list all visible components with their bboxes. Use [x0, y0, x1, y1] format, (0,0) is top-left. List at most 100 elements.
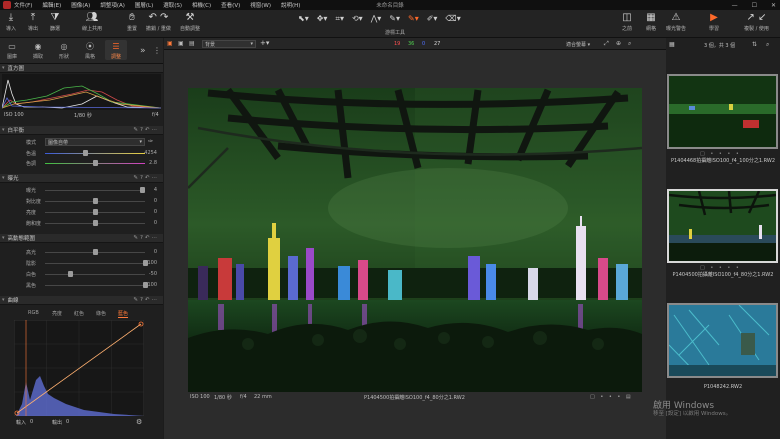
tab-shape[interactable]: ◎ 形狀 [53, 42, 75, 60]
wb-tint-value[interactable]: 2.8 [149, 160, 157, 166]
highlight-value[interactable]: 0 [154, 249, 157, 255]
section-tools-icon[interactable]: ✎?↶⋯ [133, 235, 159, 241]
hdr-header[interactable]: ▾ 高動態範圍 ✎?↶⋯ [0, 234, 163, 243]
tab-library[interactable]: ▭ 圖庫 [1, 42, 23, 60]
single-view-icon[interactable]: ▣ [167, 40, 173, 47]
pointer-icon[interactable]: ⬉▾ [298, 14, 309, 24]
share-button[interactable]: 👥︎ 線上共用 [82, 12, 102, 32]
exposure-knob[interactable] [139, 187, 145, 193]
white-balance-header[interactable]: ▾ 白平衡 ✎?↶⋯ [0, 126, 163, 135]
fit-select[interactable]: 適合螢幕 ▾ [566, 41, 590, 48]
crop-icon[interactable]: ⌗▾ [335, 14, 344, 24]
import-button[interactable]: ⤓ 導入 [6, 12, 16, 32]
wb-temp-value[interactable]: 4254 [144, 150, 157, 156]
exposure-track[interactable] [45, 190, 145, 191]
sort-icon[interactable]: ⇅ [752, 41, 757, 48]
curve-input-value[interactable]: 0 [30, 419, 33, 425]
wb-tint-knob[interactable] [92, 160, 98, 166]
undo-redo-button[interactable]: ↶ ↷ 撤銷 / 重做 [146, 12, 171, 32]
section-tools-icon[interactable]: ✎?↶⋯ [133, 297, 159, 303]
eyedropper-icon[interactable]: ✑ [148, 138, 153, 145]
back-button[interactable]: ◫ 之前 [622, 12, 632, 32]
brightness-knob[interactable] [92, 209, 98, 215]
curve-channel-green[interactable]: 綠色 [96, 310, 106, 317]
main-photo[interactable] [188, 88, 642, 392]
white-value[interactable]: -50 [149, 271, 157, 277]
section-tools-icon[interactable]: ✎?↶⋯ [133, 175, 159, 181]
histogram-header[interactable]: ▾ 直方圖 [0, 64, 163, 73]
shadow-track[interactable] [45, 263, 145, 264]
filter-button[interactable]: ⧩ 篩選 [50, 12, 60, 32]
highlight-knob[interactable] [92, 249, 98, 255]
brightness-value[interactable]: 0 [154, 209, 157, 215]
black-track[interactable] [45, 285, 145, 286]
curve-channel-rgb[interactable]: RGB [28, 310, 39, 316]
curve-graph[interactable] [14, 320, 144, 416]
saturation-value[interactable]: 0 [154, 220, 157, 226]
menu-layer[interactable]: 圖層(L) [135, 1, 153, 9]
black-value[interactable]: 100 [147, 282, 157, 288]
menu-view[interactable]: 查看(V) [221, 1, 240, 9]
browser-search-icon[interactable]: ⌕ [766, 41, 769, 49]
fit-screen-icon[interactable]: ⤢ [604, 40, 609, 48]
add-icon[interactable]: +▾ [260, 39, 269, 47]
menu-adjustments[interactable]: 調整項(A) [100, 1, 125, 9]
learn-button[interactable]: ▶ 學習 [709, 12, 719, 32]
menu-file[interactable]: 文件(F) [14, 1, 32, 9]
exposure-warning-button[interactable]: ⚠ 曝光警告 [666, 12, 686, 32]
saturation-knob[interactable] [92, 220, 98, 226]
menu-edit[interactable]: 編輯(E) [42, 1, 61, 9]
brush-icon[interactable]: ✎▾ [389, 14, 400, 24]
exposure-value[interactable]: 4 [154, 187, 157, 193]
grid-button[interactable]: ▦ 網格 [646, 12, 656, 32]
maximize-icon[interactable]: ☐ [752, 2, 757, 9]
menu-camera[interactable]: 相機(C) [192, 1, 211, 9]
menu-dots-icon[interactable]: ⋮ [153, 46, 161, 55]
copy-apply-button[interactable]: ↗ ↙ 複製 / 使用 [744, 12, 769, 32]
auto-adjust-button[interactable]: ⚒ 自動調整 [180, 12, 200, 32]
rotate-icon[interactable]: ⟲▾ [352, 14, 363, 24]
white-track[interactable] [45, 274, 145, 275]
browser-grid-icon[interactable]: ▦ [669, 41, 675, 48]
white-knob[interactable] [67, 271, 73, 277]
proof-icon[interactable]: ▤ [189, 40, 195, 47]
menu-window[interactable]: 視窗(W) [250, 1, 271, 9]
reset-button[interactable]: ✋︎ 重置 [127, 12, 137, 32]
curve-options-icon[interactable]: ⚙ [136, 418, 142, 426]
export-button[interactable]: ⤒ 導出 [28, 12, 38, 32]
wb-temp-track[interactable] [45, 153, 145, 154]
curve-channel-red[interactable]: 紅色 [74, 310, 84, 317]
keystone-icon[interactable]: ⋀▾ [371, 14, 382, 24]
more-tabs-icon[interactable]: » [140, 46, 146, 56]
menu-help[interactable]: 說明(H) [281, 1, 300, 9]
thumbnail-2[interactable] [667, 189, 778, 263]
eraser-icon[interactable]: ⌫▾ [445, 14, 460, 24]
wb-mode-select[interactable]: 圖像自帶 ▾ [45, 138, 145, 146]
preset-select[interactable]: 背景 ▾ [202, 40, 256, 48]
tab-style[interactable]: ⦿ 風格 [79, 42, 101, 60]
pan-icon[interactable]: ✥▾ [317, 14, 328, 24]
picker-icon[interactable]: ✐▾ [427, 14, 438, 24]
curve-header[interactable]: ▾ 曲線 ✎?↶⋯ [0, 296, 163, 305]
multi-view-icon[interactable]: ▣ [178, 40, 184, 47]
thumbnail-3[interactable] [667, 303, 778, 378]
curve-output-value[interactable]: 0 [66, 419, 69, 425]
section-tools-icon[interactable]: ✎?↶⋯ [133, 127, 159, 133]
close-icon[interactable]: ✕ [771, 2, 776, 9]
menu-image[interactable]: 圖像(A) [71, 1, 90, 9]
curve-channel-luma[interactable]: 亮度 [52, 310, 62, 317]
exposure-header[interactable]: ▾ 曝光 ✎?↶⋯ [0, 174, 163, 183]
zoom-icon[interactable]: ⊕ [616, 40, 621, 47]
active-brush-icon[interactable]: ✎▾ [408, 14, 419, 24]
contrast-knob[interactable] [92, 198, 98, 204]
thumbnail-1[interactable] [667, 74, 778, 149]
tab-capture[interactable]: ◉ 擷取 [27, 42, 49, 60]
minimize-icon[interactable]: — [732, 2, 738, 9]
contrast-value[interactable]: 0 [154, 198, 157, 204]
shadow-value[interactable]: 100 [147, 260, 157, 266]
menu-select[interactable]: 選取(S) [163, 1, 182, 9]
wb-temp-knob[interactable] [82, 150, 88, 156]
viewer-status-icons[interactable]: □ • • • ▤ [590, 394, 633, 400]
tab-adjust[interactable]: ☰ 調整 [105, 40, 127, 60]
search-icon[interactable]: ⌕ [628, 40, 631, 48]
